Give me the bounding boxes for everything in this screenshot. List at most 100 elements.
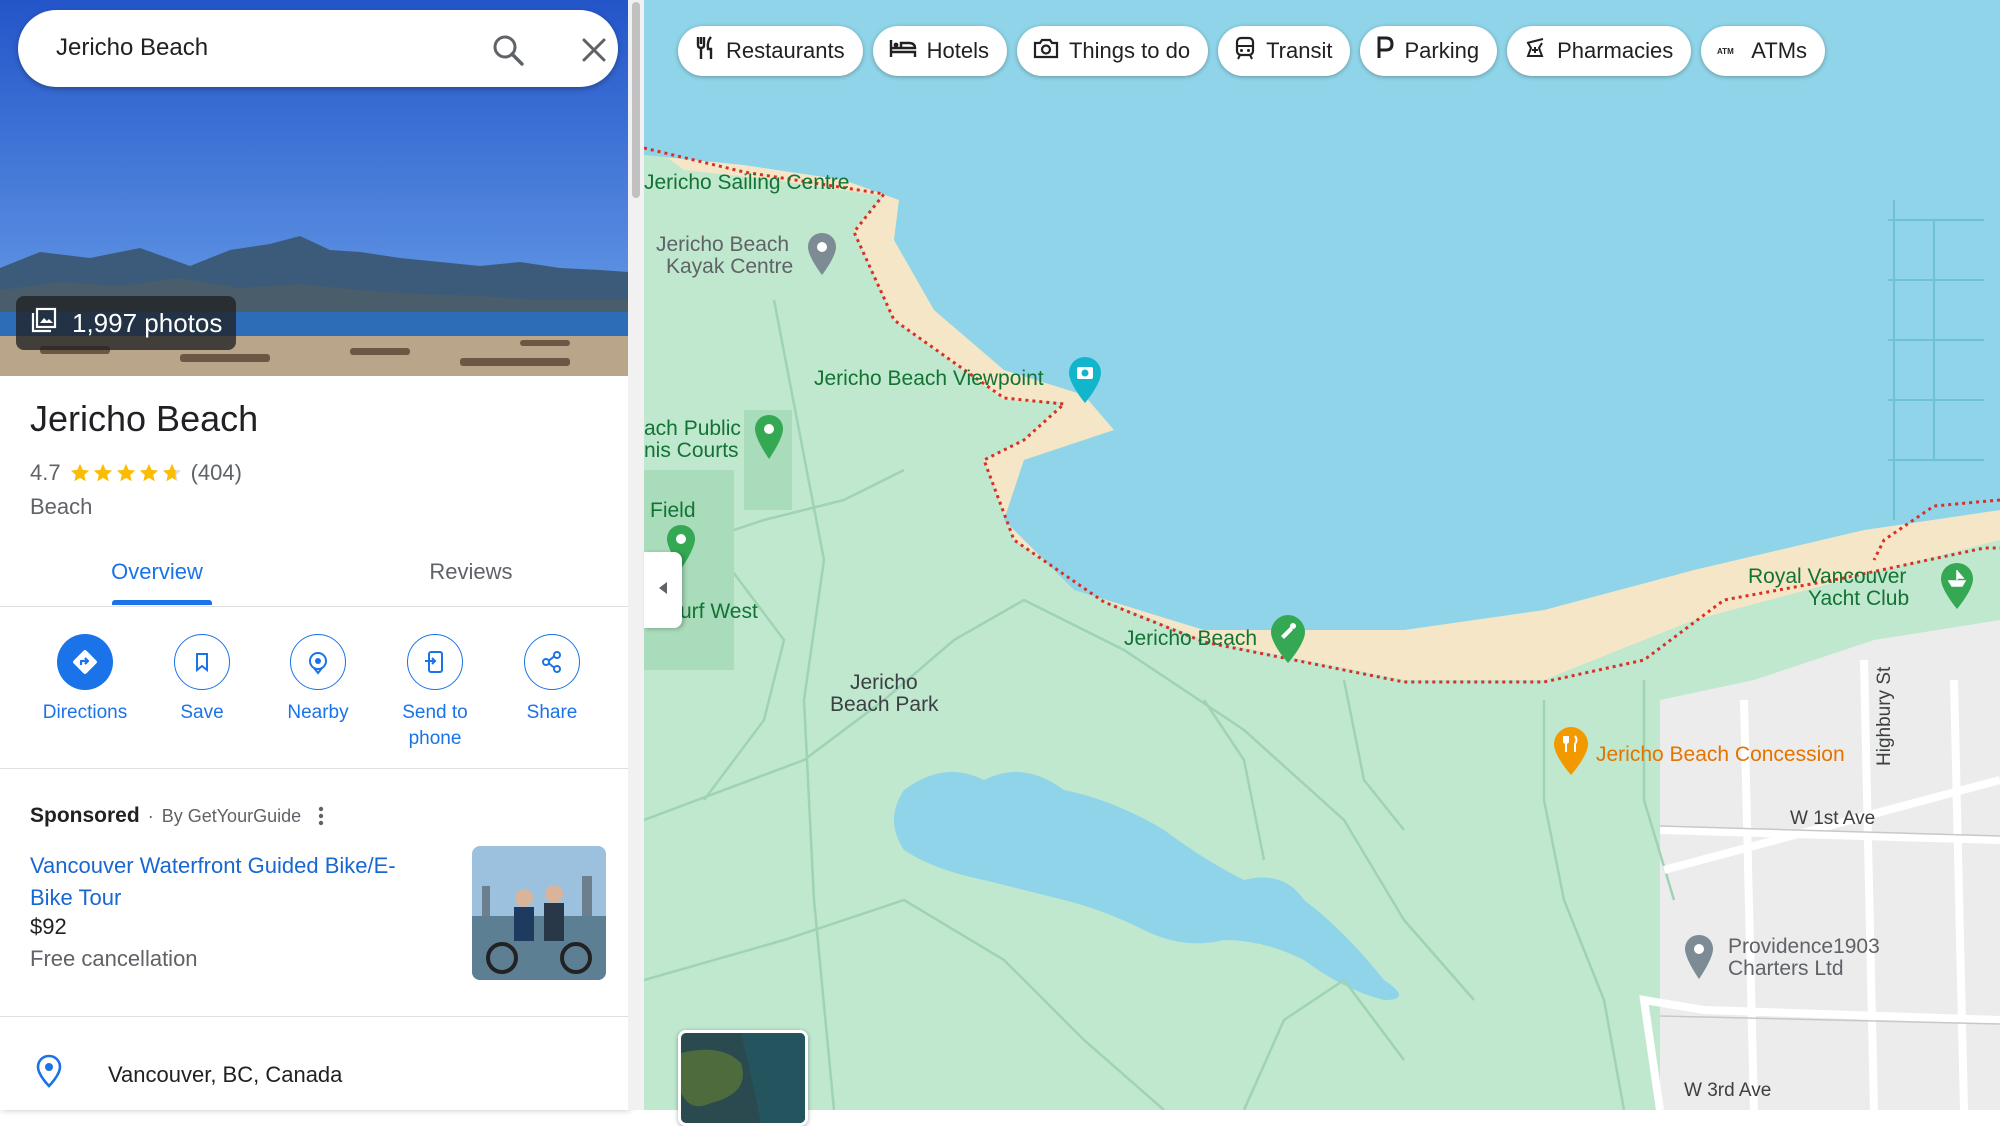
save-button[interactable]: Save [142, 634, 262, 726]
ad-cancellation-note: Free cancellation [30, 946, 198, 971]
separator-dot: · [147, 805, 154, 826]
map-pin-providence[interactable] [1684, 934, 1714, 985]
map-label-tennis-1[interactable]: ach Public [644, 418, 741, 440]
map-label-yacht-club-2[interactable]: Yacht Club [1808, 588, 1909, 610]
map-pin-yacht-club[interactable] [1940, 562, 1974, 615]
chip-atms[interactable]: ATM ATMs [1701, 26, 1826, 76]
place-title: Jericho Beach [30, 398, 259, 439]
place-category[interactable]: Beach [30, 494, 92, 520]
star-rating [69, 462, 183, 484]
chip-transit[interactable]: Transit [1218, 26, 1351, 76]
map-label-park-1[interactable]: Jericho [850, 672, 918, 694]
rating-row: 4.7 (404) [30, 460, 242, 486]
restaurant-icon [694, 35, 716, 67]
nearby-button[interactable]: Nearby [258, 634, 378, 726]
map-label-park-2[interactable]: Beach Park [830, 694, 939, 716]
map-label-kayak-centre-2[interactable]: Kayak Centre [666, 256, 793, 278]
layers-button[interactable] [678, 1030, 808, 1126]
place-tabs: Overview Reviews [0, 538, 628, 607]
map-canvas[interactable]: Jericho Sailing Centre Jericho Beach Kay… [644, 0, 2000, 1110]
directions-icon [57, 634, 113, 690]
map-label-concession[interactable]: Jericho Beach Concession [1596, 744, 1845, 766]
map-label-tennis-2[interactable]: nis Courts [644, 440, 739, 462]
chip-hotels[interactable]: Hotels [872, 26, 1007, 76]
photos-button[interactable]: 1,997 photos [16, 296, 237, 350]
svg-text:ATM: ATM [1717, 47, 1734, 56]
chip-label: ATMs [1751, 38, 1808, 63]
map-label-sailing-centre[interactable]: Jericho Sailing Centre [644, 172, 849, 194]
ad-price: $92 [30, 914, 67, 939]
star-icon [162, 463, 181, 482]
hotel-icon [889, 37, 917, 65]
close-icon[interactable] [576, 32, 612, 68]
nearby-icon [290, 634, 346, 690]
sponsor-name: By GetYourGuide [161, 805, 302, 826]
map-label-providence-1[interactable]: Providence1903 [1728, 936, 1880, 958]
address-row[interactable]: Vancouver, BC, Canada [0, 1040, 628, 1110]
directions-button[interactable]: Directions [25, 634, 145, 726]
bookmark-icon [174, 634, 230, 690]
tab-reviews[interactable]: Reviews [314, 538, 628, 606]
chevron-left-icon [656, 580, 670, 601]
photos-count: 1,997 photos [72, 307, 223, 338]
chip-things-to-do[interactable]: Things to do [1016, 26, 1209, 76]
share-button[interactable]: Share [492, 634, 612, 726]
map-label-viewpoint[interactable]: Jericho Beach Viewpoint [814, 368, 1044, 390]
chip-label: Parking [1404, 38, 1480, 63]
map-pin-jericho-beach[interactable] [1270, 614, 1306, 669]
address-text: Vancouver, BC, Canada [108, 1062, 343, 1087]
panel-scrollbar[interactable] [628, 0, 644, 1110]
share-label: Share [526, 702, 578, 723]
chip-parking[interactable]: Parking [1360, 26, 1498, 76]
sponsored-label: Sponsored [30, 804, 140, 827]
transit-icon [1234, 36, 1256, 66]
action-buttons: Directions Save Nearby Send to phone Sha… [0, 606, 628, 769]
map-label-providence-2[interactable]: Charters Ltd [1728, 958, 1844, 980]
search-box [18, 10, 618, 87]
map-pin-kayak-centre[interactable] [807, 232, 837, 281]
active-tab-indicator [112, 600, 212, 605]
star-icon [139, 463, 158, 482]
star-icon [116, 463, 135, 482]
chip-label: Hotels [926, 38, 989, 63]
pharmacy-icon [1523, 36, 1547, 66]
send-to-phone-button[interactable]: Send to phone [375, 634, 495, 752]
map-label-kayak-centre-1[interactable]: Jericho Beach [656, 234, 789, 256]
tab-overview[interactable]: Overview [0, 538, 314, 606]
map-pin-viewpoint[interactable] [1068, 356, 1102, 409]
place-panel: 1,997 photos Jericho Beach 4.7 (404) Bea… [0, 0, 628, 1110]
star-icon [93, 463, 112, 482]
send-to-phone-label: Send to phone [402, 702, 468, 749]
map-label-field[interactable]: Field [650, 500, 696, 522]
camera-icon [1033, 37, 1059, 65]
map-pin-tennis-courts[interactable] [754, 414, 784, 465]
directions-label: Directions [42, 702, 128, 723]
chip-pharmacies[interactable]: Pharmacies [1507, 26, 1692, 76]
sponsored-header: Sponsored · By GetYourGuide [30, 804, 327, 828]
search-input[interactable] [56, 30, 456, 66]
chip-label: Things to do [1068, 38, 1191, 63]
reviews-count[interactable]: (404) [191, 460, 242, 486]
chip-label: Transit [1266, 38, 1333, 63]
more-options-icon[interactable] [315, 804, 327, 828]
collapse-panel-button[interactable] [644, 552, 682, 628]
map-pin-concession[interactable] [1553, 726, 1589, 781]
map-label-jericho-beach[interactable]: Jericho Beach [1124, 628, 1257, 650]
map-label-highbury-st: Highbury St [1874, 666, 1895, 766]
atm-icon: ATM [1717, 38, 1741, 64]
parking-icon [1376, 36, 1394, 66]
panel-scroll-thumb[interactable] [632, 2, 640, 198]
map-label-turf-west[interactable]: urf West [680, 601, 758, 623]
search-icon[interactable] [490, 32, 526, 68]
chip-restaurants[interactable]: Restaurants [678, 26, 863, 76]
ad-title-link[interactable]: Vancouver Waterfront Guided Bike/E-Bike … [30, 850, 430, 914]
chip-label: Restaurants [726, 38, 845, 63]
send-to-phone-icon [407, 634, 463, 690]
category-chips: Restaurants Hotels Things to do Transit … [678, 26, 1826, 76]
location-pin-icon [36, 1054, 62, 1093]
nearby-label: Nearby [287, 702, 349, 723]
star-icon [70, 463, 89, 482]
ad-thumbnail[interactable] [472, 846, 606, 980]
map-label-yacht-club-1[interactable]: Royal Vancouver [1748, 566, 1906, 588]
map-label-w3rd-ave: W 3rd Ave [1684, 1080, 1772, 1101]
